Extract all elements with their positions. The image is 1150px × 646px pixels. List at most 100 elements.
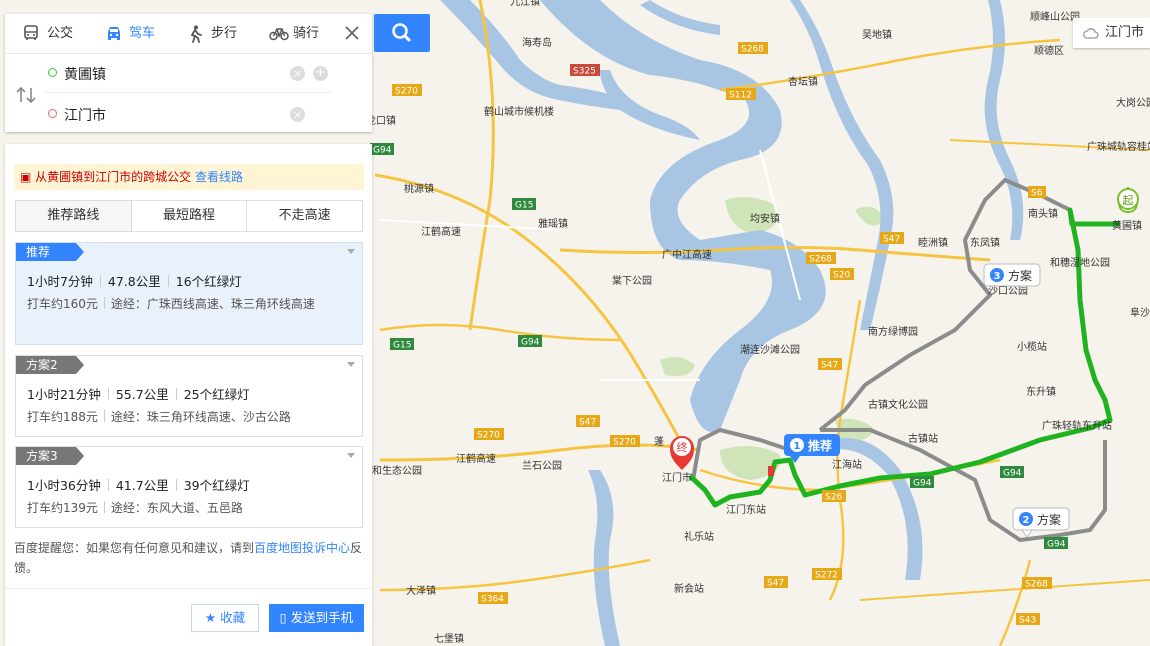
svg-text:S47: S47: [767, 579, 784, 589]
map-label-l36: 新会站: [674, 582, 704, 595]
search-button[interactable]: [374, 14, 430, 52]
notice-text: 从黄圃镇到江门市的跨城公交: [35, 170, 192, 184]
svg-text:S364: S364: [481, 595, 504, 605]
svg-text:S47: S47: [579, 418, 596, 428]
origin-field[interactable]: 黄圃镇 × +: [45, 53, 331, 93]
svg-text:S270: S270: [613, 438, 636, 448]
road-shield-s112: S112: [726, 88, 756, 101]
cloud-icon: [1083, 28, 1099, 39]
road-shield-s272: S272: [812, 568, 842, 581]
swap-icon[interactable]: [15, 86, 37, 104]
map-label-l14: 大岗公园: [1116, 96, 1150, 109]
tab-bike[interactable]: 骑行: [267, 14, 319, 53]
route-via-label: 途经：: [110, 297, 147, 311]
road-shield-s268: S268: [1022, 577, 1052, 590]
svg-text:G94: G94: [521, 338, 540, 348]
route-time: 1小时7分钟: [27, 274, 93, 289]
add-waypoint-icon[interactable]: +: [313, 66, 328, 81]
route-tag: 推荐: [16, 243, 84, 261]
svg-text:方案: 方案: [1037, 512, 1061, 527]
map-label-l6: 雅瑶镇: [538, 217, 568, 230]
map-label-l27: 广珠轻轨东升站: [1042, 419, 1112, 432]
route-option-1[interactable]: 推荐 1小时7分钟 47.8公里 16个红绿灯 打车约160元 途经：广珠西线高速、珠…: [15, 242, 363, 345]
svg-text:S20: S20: [833, 271, 850, 281]
map-label-l40: 江鹤高速: [421, 225, 461, 238]
route-via: 珠三角环线高速、沙古公路: [146, 410, 291, 424]
destination-field[interactable]: 江门市 ×: [45, 94, 331, 134]
route-detail: 打车约160元 途经：广珠西线高速、珠三角环线高速: [27, 294, 327, 315]
route-option-2[interactable]: 方案2 1小时21分钟 55.7公里 25个红绿灯 打车约188元 途经：珠三角环线高…: [15, 355, 363, 437]
svg-text:G94: G94: [373, 146, 392, 156]
tab-no-highway[interactable]: 不走高速: [247, 201, 362, 231]
expand-icon[interactable]: [347, 249, 355, 254]
divider: [5, 588, 372, 589]
tab-recommended[interactable]: 推荐路线: [16, 201, 132, 231]
road-shield-s43: S43: [1016, 613, 1040, 626]
route-taxi: 打车约188元: [27, 410, 98, 424]
map-label-l10: 杏坛镇: [788, 75, 818, 88]
clear-destination-icon[interactable]: ×: [290, 107, 305, 122]
svg-text:方案: 方案: [1008, 268, 1032, 283]
phone-icon: ▯: [279, 610, 287, 625]
route-detail: 打车约188元 途经：珠三角环线高速、沙古公路: [27, 407, 327, 428]
tab-bus-label: 公交: [47, 26, 74, 41]
road-shield-s270: S270: [474, 428, 504, 441]
tab-walk[interactable]: 步行: [185, 14, 237, 53]
route-time: 1小时21分钟: [27, 387, 101, 402]
map-label-l32: 江门东站: [726, 503, 766, 516]
bus-icon: [24, 25, 38, 40]
origin-input[interactable]: 黄圃镇: [64, 64, 106, 84]
route-via: 东风大道、五邑路: [146, 501, 243, 515]
road-shield-g94: G94: [1000, 466, 1024, 479]
clear-origin-icon[interactable]: ×: [290, 66, 305, 81]
map-label-l31: 江门市: [662, 471, 692, 484]
tab-drive[interactable]: 驾车: [103, 14, 155, 53]
route-tag: 方案2: [16, 356, 84, 374]
feedback-tip: 百度提醒您：如果您有任何意见和建议，请到百度地图投诉中心反馈。: [14, 538, 366, 578]
svg-text:1: 1: [794, 441, 801, 452]
road-shield-s47: S47: [818, 358, 842, 371]
map-label-l20: 沙口公园: [988, 285, 1028, 297]
map-label-l16: 南头镇: [1028, 207, 1058, 220]
close-icon[interactable]: [341, 22, 363, 44]
tab-shortest[interactable]: 最短路程: [132, 201, 248, 231]
svg-text:S270: S270: [395, 87, 418, 97]
map-label-l35: 礼乐站: [684, 530, 714, 543]
svg-text:S325: S325: [573, 67, 596, 77]
svg-text:G94: G94: [1047, 540, 1066, 550]
map-label-l38: 七堡镇: [434, 632, 464, 645]
map-label-l37: 大泽镇: [406, 584, 436, 597]
map-label-l34: 江鹤高速: [456, 452, 496, 465]
road-shield-s270: S270: [610, 435, 640, 448]
send-to-phone-button[interactable]: ▯ 发送到手机: [269, 604, 364, 632]
route-detail: 打车约139元 途经：东风大道、五邑路: [27, 498, 327, 519]
road-shield-s6: S6: [1028, 186, 1046, 199]
travel-mode-tabs: 公交 驾车 步行 骑行: [5, 14, 372, 54]
tab-bus[interactable]: 公交: [21, 14, 73, 53]
route-lights: 16个红绿灯: [175, 274, 242, 289]
view-bus-link[interactable]: 查看线路: [195, 170, 243, 184]
road-shield-s364: S364: [478, 592, 508, 605]
destination-input[interactable]: 江门市: [64, 105, 106, 125]
expand-icon[interactable]: [347, 362, 355, 367]
plan3-tag[interactable]: 3 方案: [983, 263, 1041, 287]
search-icon: [392, 23, 411, 42]
expand-icon[interactable]: [347, 453, 355, 458]
road-shield-s270: S270: [392, 84, 422, 97]
route-summary: 1小时7分钟 47.8公里 16个红绿灯: [27, 271, 242, 290]
map-label-l25: 东升镇: [1026, 385, 1056, 398]
complaint-center-link[interactable]: 百度地图投诉中心: [254, 541, 350, 555]
route-time: 1小时36分钟: [27, 478, 101, 493]
car-icon: [108, 27, 120, 40]
search-card: 公交 驾车 步行 骑行 黄圃镇 × + 江门市 ×: [5, 14, 372, 132]
map-label-l1: 九江镇: [510, 0, 540, 8]
city-selector[interactable]: 江门市: [1073, 18, 1150, 48]
svg-text:S47: S47: [821, 361, 838, 371]
bike-icon: [269, 28, 289, 41]
favorite-button[interactable]: ★ 收藏: [191, 604, 259, 632]
route-option-3[interactable]: 方案3 1小时36分钟 41.7公里 39个红绿灯 打车约139元 途经：东风大道、五…: [15, 446, 363, 528]
road-shield-s268: S268: [806, 252, 836, 265]
svg-text:S268: S268: [809, 255, 832, 265]
start-marker[interactable]: 起: [1117, 186, 1139, 214]
route-preference-tabs: 推荐路线 最短路程 不走高速: [15, 200, 363, 232]
